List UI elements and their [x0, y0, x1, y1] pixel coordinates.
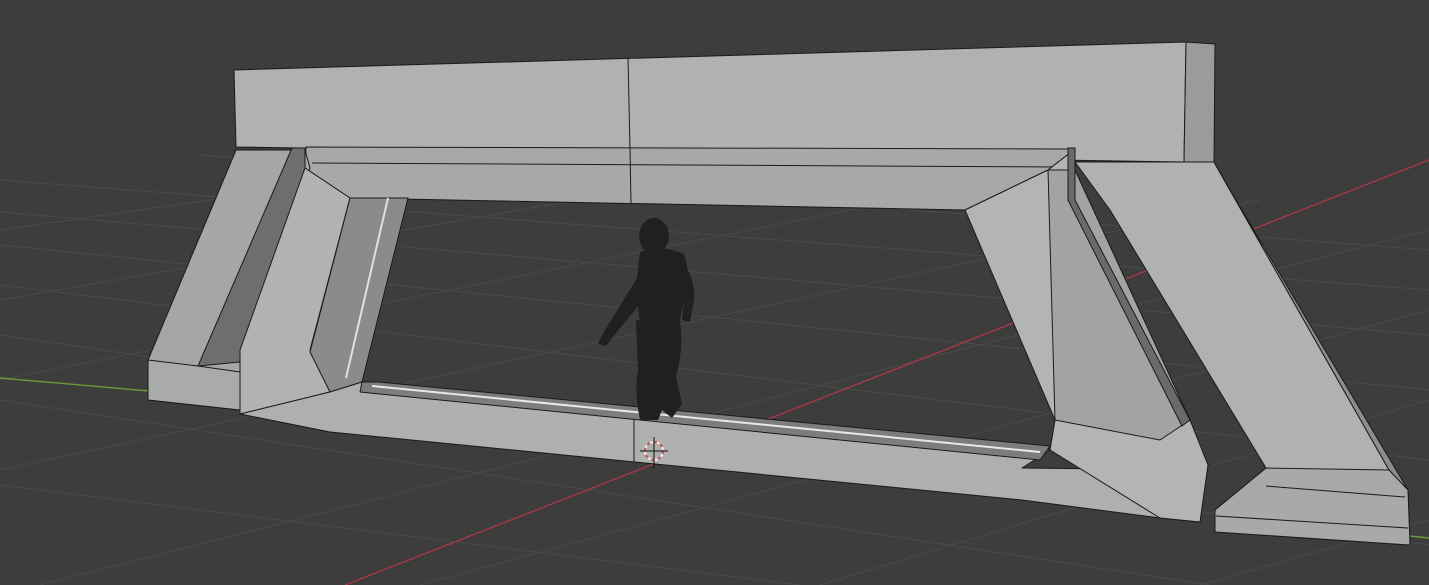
character-legs: [636, 320, 682, 420]
top-beam-end: [1183, 41, 1216, 163]
3d-viewport[interactable]: [0, 0, 1429, 585]
character-head: [639, 218, 669, 254]
viewport-canvas[interactable]: [0, 0, 1429, 585]
